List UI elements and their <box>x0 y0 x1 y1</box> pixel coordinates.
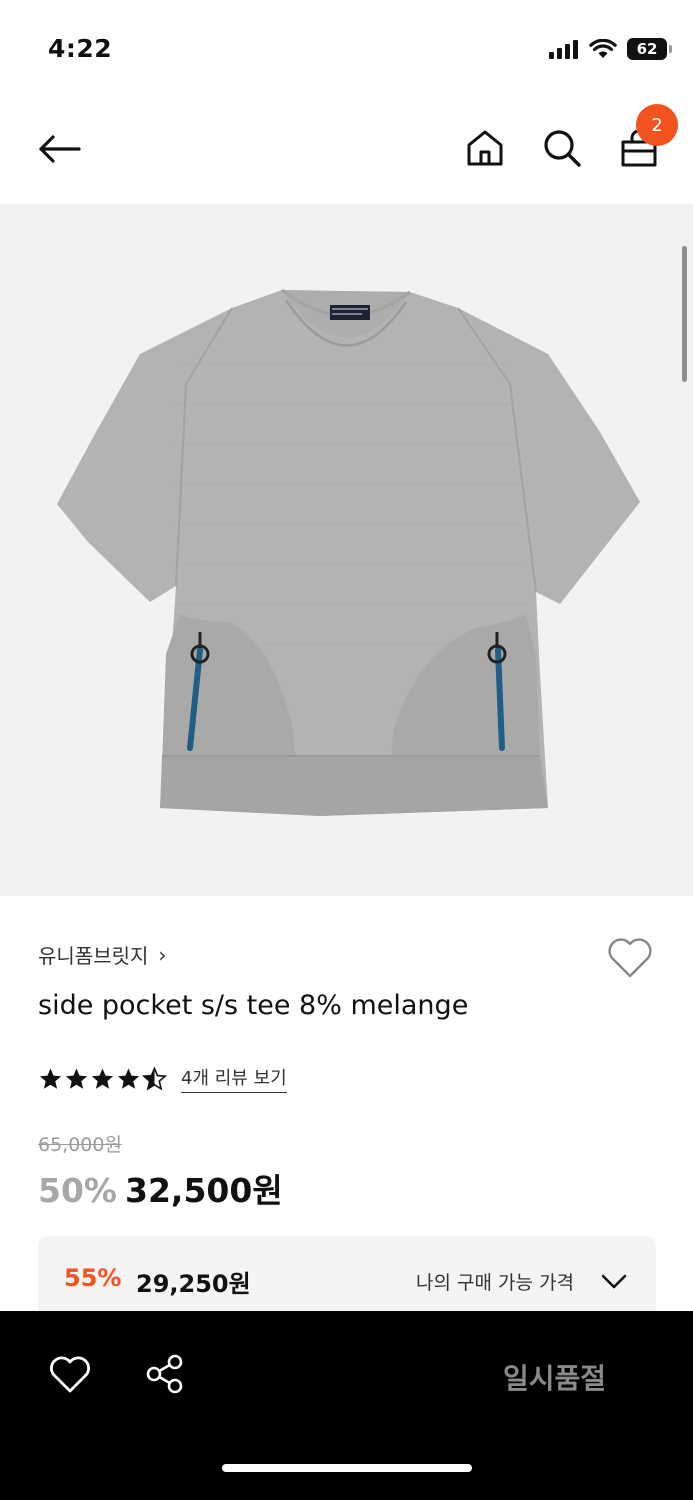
wifi-icon <box>589 39 617 58</box>
tshirt-photo <box>57 288 640 816</box>
member-discount-rate: 55% <box>64 1264 122 1292</box>
price-row: 50% 32,500원 <box>38 1164 283 1212</box>
battery-level: 62 <box>636 40 658 58</box>
rating-stars <box>38 1066 167 1091</box>
share-icon <box>146 1354 183 1394</box>
star-icon <box>39 1068 62 1089</box>
chevron-right-icon: › <box>158 942 167 967</box>
status-icons: 62 <box>549 38 672 60</box>
status-bar: 4:22 62 <box>0 0 693 100</box>
battery-indicator: 62 <box>627 38 672 60</box>
star-icon <box>91 1068 114 1089</box>
soldout-button[interactable]: 일시품절 <box>503 1357 606 1397</box>
star-icon <box>117 1068 140 1089</box>
bottom-wishlist-button[interactable] <box>48 1355 92 1395</box>
bottom-action-bar: 일시품절 <box>0 1311 693 1500</box>
original-price: 65,000원 <box>38 1134 122 1156</box>
home-indicator[interactable] <box>222 1464 472 1472</box>
home-icon <box>467 130 503 166</box>
product-image[interactable] <box>0 204 693 896</box>
image-scrollbar[interactable] <box>682 246 687 382</box>
heart-icon <box>608 938 652 978</box>
product-title: side pocket s/s tee 8% melange <box>38 990 469 1021</box>
brand-link[interactable]: 유니폼브릿지 › <box>38 940 166 969</box>
back-arrow-icon <box>39 135 81 163</box>
rating-row: 4개 리뷰 보기 <box>38 1064 287 1093</box>
member-price: 29,250원 <box>136 1270 251 1298</box>
sale-price: 32,500원 <box>125 1171 283 1210</box>
discount-rate: 50% <box>38 1171 117 1210</box>
top-nav: 2 <box>0 100 693 204</box>
search-icon <box>544 130 581 167</box>
review-link[interactable]: 4개 리뷰 보기 <box>181 1064 287 1093</box>
star-half-icon <box>142 1066 167 1090</box>
wishlist-button[interactable] <box>606 936 654 980</box>
member-price-label: 나의 구매 가능 가격 <box>416 1272 574 1294</box>
cart-count-badge: 2 <box>636 104 678 146</box>
status-time: 4:22 <box>48 34 113 63</box>
search-button[interactable] <box>539 125 585 171</box>
signal-icon <box>549 40 578 59</box>
home-button[interactable] <box>462 125 508 171</box>
share-button[interactable] <box>144 1353 186 1395</box>
brand-name: 유니폼브릿지 <box>38 944 149 968</box>
star-icon <box>65 1068 88 1089</box>
back-button[interactable] <box>34 126 84 172</box>
heart-icon <box>50 1356 90 1393</box>
chevron-down-icon <box>601 1274 627 1289</box>
